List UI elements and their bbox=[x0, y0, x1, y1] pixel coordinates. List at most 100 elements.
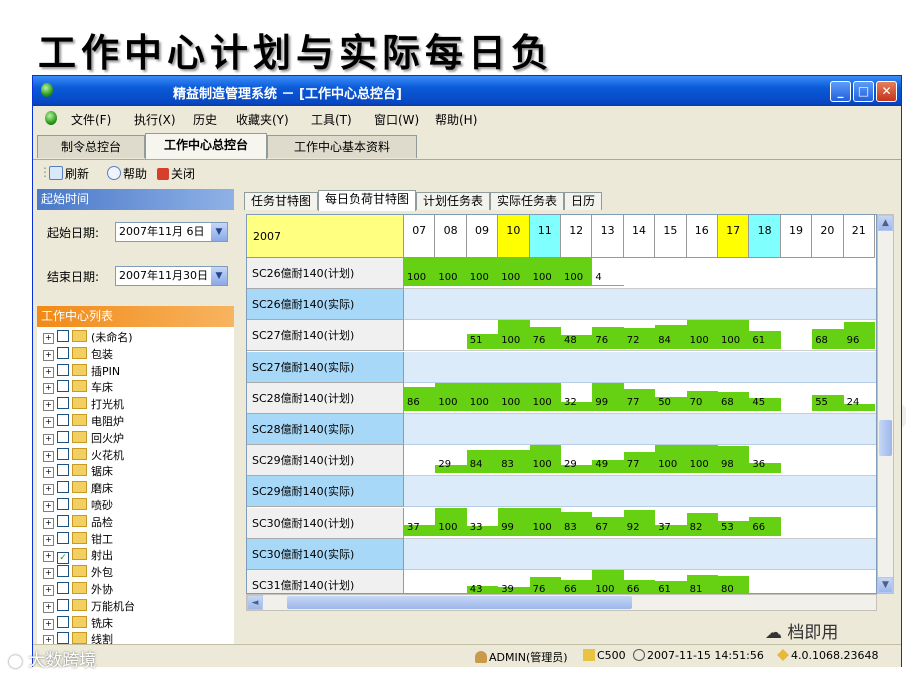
expand-icon[interactable]: + bbox=[43, 433, 54, 445]
expand-icon[interactable]: + bbox=[43, 585, 54, 596]
checkbox[interactable] bbox=[57, 582, 69, 594]
checkbox[interactable] bbox=[57, 464, 69, 477]
tree-item[interactable]: + 喷砂 bbox=[43, 498, 113, 514]
scroll-up-icon[interactable]: ▲ bbox=[878, 215, 893, 231]
tree-item[interactable]: + 品检 bbox=[43, 514, 113, 531]
folder-icon bbox=[72, 330, 87, 342]
grid-row-label[interactable]: SC28億耐140(计划) bbox=[247, 382, 404, 414]
checkbox[interactable] bbox=[57, 330, 69, 342]
tree-item[interactable]: + 火花机 bbox=[43, 447, 124, 464]
expand-icon[interactable]: + bbox=[43, 400, 54, 412]
tab-workcenter-basic-data[interactable]: 工作中心基本资料 bbox=[267, 135, 417, 158]
checkbox[interactable] bbox=[57, 363, 69, 376]
scroll-thumb[interactable] bbox=[879, 420, 892, 456]
refresh-button[interactable]: 刷新 bbox=[49, 165, 89, 182]
tree-item[interactable]: + 电阻炉 bbox=[43, 414, 124, 430]
expand-icon[interactable]: + bbox=[43, 618, 54, 630]
checkbox[interactable] bbox=[57, 346, 69, 359]
tab-plan-task-table[interactable]: 计划任务表 bbox=[416, 192, 490, 210]
checkbox[interactable] bbox=[57, 514, 69, 527]
tree-item[interactable]: + 外协 bbox=[43, 582, 113, 598]
grid-row-label[interactable]: SC26億耐140(计划) bbox=[247, 258, 404, 289]
tab-daily-load-gantt[interactable]: 每日负荷甘特图 bbox=[318, 190, 416, 211]
expand-icon[interactable]: + bbox=[43, 601, 54, 613]
help-button[interactable]: 帮助 bbox=[107, 165, 147, 182]
start-date-picker[interactable]: 2007年11月 6日 ▼ bbox=[115, 222, 228, 242]
checkbox[interactable] bbox=[57, 447, 69, 460]
menu-execute[interactable]: 执行(X) bbox=[134, 111, 176, 128]
tree-item[interactable]: + 磨床 bbox=[43, 481, 113, 497]
expand-icon[interactable]: + bbox=[43, 517, 54, 529]
menu-tools[interactable]: 工具(T) bbox=[311, 111, 352, 128]
tree-item[interactable]: + 万能机台 bbox=[43, 598, 135, 615]
tree-item[interactable]: + 插PIN bbox=[43, 363, 120, 380]
checkbox[interactable] bbox=[57, 397, 69, 410]
chevron-down-icon[interactable]: ▼ bbox=[211, 267, 227, 285]
expand-icon[interactable]: + bbox=[43, 534, 54, 546]
close-tool-button[interactable]: 关闭 bbox=[157, 165, 195, 182]
menu-history[interactable]: 历史 bbox=[193, 111, 217, 128]
expand-icon[interactable]: + bbox=[43, 417, 54, 428]
expand-icon[interactable]: + bbox=[43, 383, 54, 395]
minimize-button[interactable]: _ bbox=[830, 81, 851, 102]
close-button[interactable]: ✕ bbox=[876, 81, 897, 102]
scroll-down-icon[interactable]: ▼ bbox=[878, 577, 893, 593]
grid-row-label[interactable]: SC27億耐140(计划) bbox=[247, 320, 404, 352]
checkbox[interactable] bbox=[57, 380, 69, 393]
grid-row-label[interactable]: SC30億耐140(计划) bbox=[247, 507, 404, 539]
expand-icon[interactable]: + bbox=[43, 501, 54, 512]
maximize-button[interactable]: □ bbox=[853, 81, 874, 102]
checkbox[interactable]: ✓ bbox=[57, 552, 69, 565]
title-bar[interactable]: 精益制造管理系统 － [工作中心总控台] _ □ ✕ bbox=[33, 76, 901, 106]
scroll-thumb[interactable] bbox=[287, 596, 632, 609]
grid-row-label[interactable]: SC31億耐140(计划) bbox=[247, 570, 404, 593]
end-date-picker[interactable]: 2007年11月30日 ▼ bbox=[115, 266, 228, 286]
tree-item[interactable]: + (未命名) bbox=[43, 330, 133, 346]
checkbox[interactable] bbox=[57, 632, 69, 645]
checkbox[interactable] bbox=[57, 615, 69, 628]
checkbox[interactable] bbox=[57, 565, 69, 578]
horizontal-scrollbar[interactable]: ◄ bbox=[246, 594, 877, 611]
tree-item[interactable]: + 车床 bbox=[43, 380, 113, 396]
expand-icon[interactable]: + bbox=[43, 333, 54, 344]
grid-row-label[interactable]: SC26億耐140(实际) bbox=[247, 289, 404, 321]
chevron-down-icon[interactable]: ▼ bbox=[211, 223, 227, 241]
grid-row-label[interactable]: SC30億耐140(实际) bbox=[247, 538, 404, 570]
tab-calendar[interactable]: 日历 bbox=[564, 192, 602, 210]
tree-item[interactable]: + 包装 bbox=[43, 346, 113, 363]
expand-icon[interactable]: + bbox=[43, 568, 54, 580]
tree-item[interactable]: + 钳工 bbox=[43, 531, 113, 548]
checkbox[interactable] bbox=[57, 598, 69, 611]
checkbox[interactable] bbox=[57, 430, 69, 443]
grid-row-label[interactable]: SC29億耐140(计划) bbox=[247, 445, 404, 477]
checkbox[interactable] bbox=[57, 481, 69, 494]
menu-window[interactable]: 窗口(W) bbox=[374, 111, 419, 128]
expand-icon[interactable]: + bbox=[43, 366, 54, 378]
tree-item[interactable]: + ✓ 射出 bbox=[43, 548, 113, 565]
tree-item[interactable]: + 外包 bbox=[43, 565, 113, 581]
expand-icon[interactable]: + bbox=[43, 450, 54, 462]
scroll-left-icon[interactable]: ◄ bbox=[247, 595, 263, 610]
grid-row-label[interactable]: SC29億耐140(实际) bbox=[247, 476, 404, 508]
tree-item[interactable]: + 打光机 bbox=[43, 397, 124, 413]
menu-help[interactable]: 帮助(H) bbox=[435, 111, 477, 128]
grid-row-label[interactable]: SC28億耐140(实际) bbox=[247, 414, 404, 445]
expand-icon[interactable]: + bbox=[43, 349, 54, 361]
checkbox[interactable] bbox=[57, 414, 69, 426]
checkbox[interactable] bbox=[57, 531, 69, 544]
tree-item[interactable]: + 铣床 bbox=[43, 615, 113, 632]
expand-icon[interactable]: + bbox=[43, 484, 54, 496]
tab-workcenter-console[interactable]: 工作中心总控台 bbox=[145, 133, 267, 159]
tree-item[interactable]: + 锯床 bbox=[43, 464, 113, 480]
tab-actual-task-table[interactable]: 实际任务表 bbox=[490, 192, 564, 210]
expand-icon[interactable]: + bbox=[43, 467, 54, 479]
tab-task-gantt[interactable]: 任务甘特图 bbox=[244, 192, 318, 210]
tab-order-console[interactable]: 制令总控台 bbox=[37, 135, 145, 158]
menu-favorites[interactable]: 收藏夹(Y) bbox=[236, 111, 289, 128]
tree-item[interactable]: + 回火炉 bbox=[43, 430, 124, 447]
vertical-scrollbar[interactable]: ▲ ▼ bbox=[877, 214, 894, 594]
expand-icon[interactable]: + bbox=[43, 551, 54, 563]
grid-row-label[interactable]: SC27億耐140(实际) bbox=[247, 351, 404, 383]
checkbox[interactable] bbox=[57, 498, 69, 510]
menu-file[interactable]: 文件(F) bbox=[71, 111, 111, 128]
